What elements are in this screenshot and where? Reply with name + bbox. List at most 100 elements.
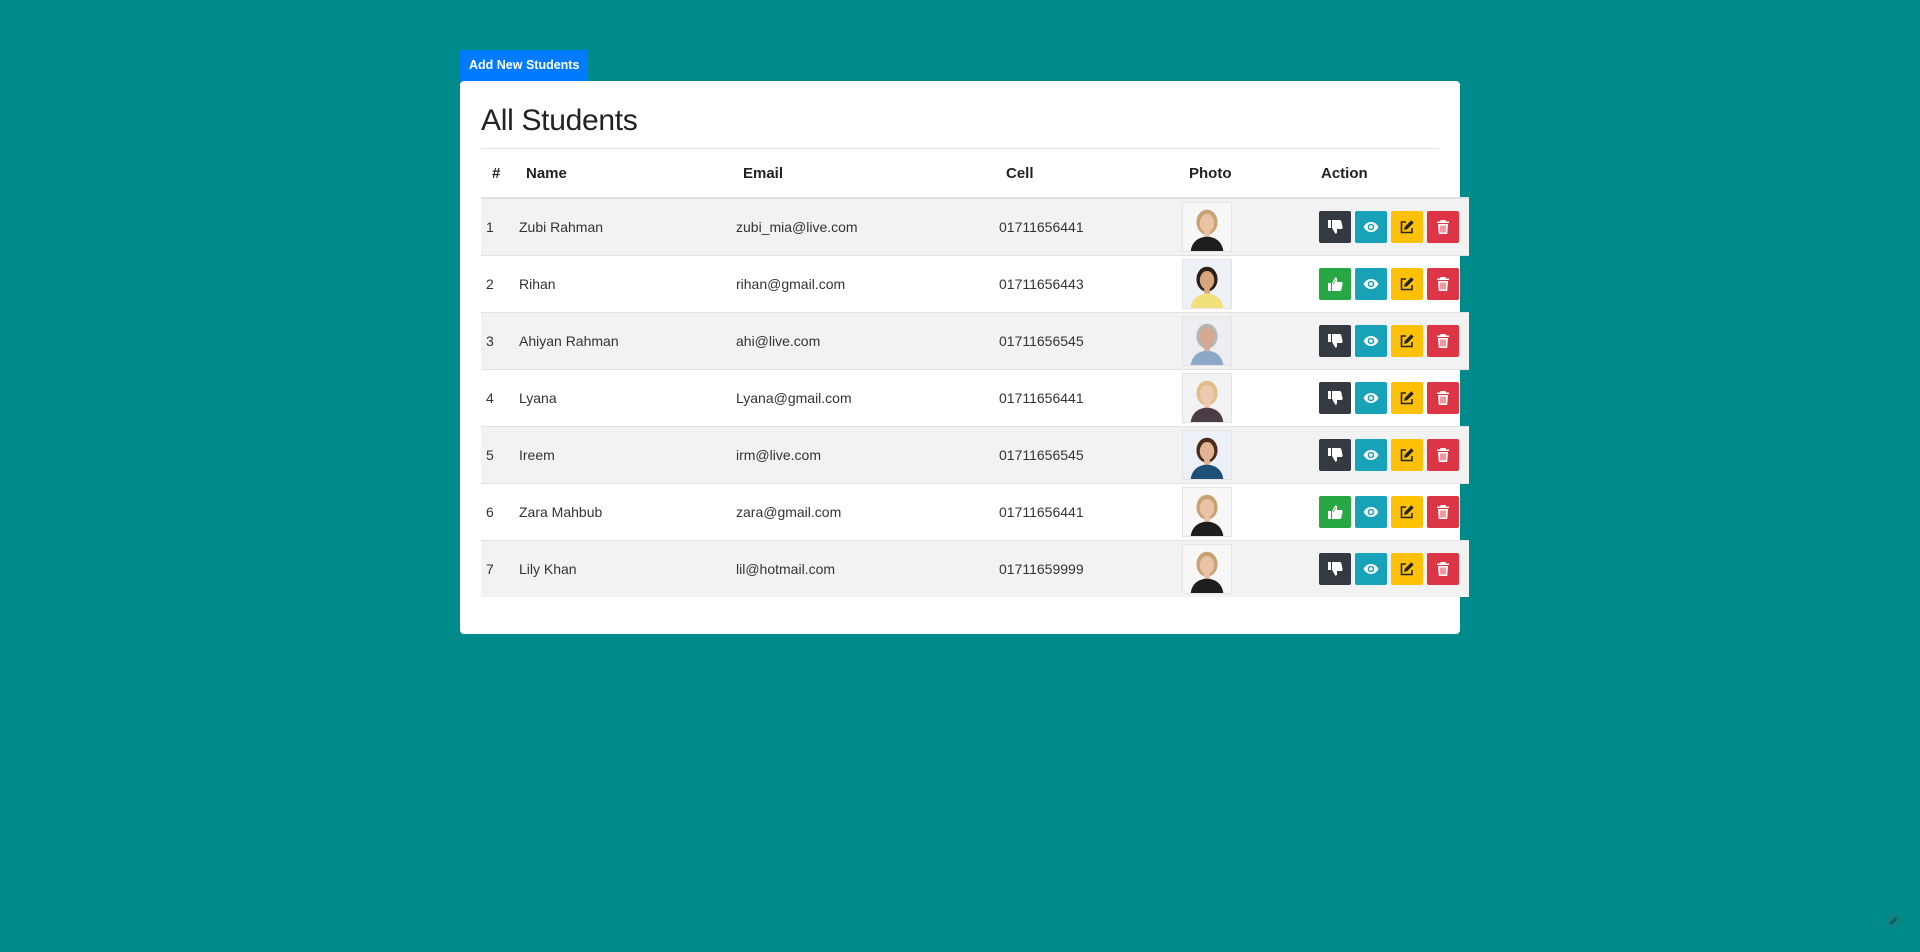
student-email: Lyana@gmail.com <box>736 369 999 427</box>
photo-cell <box>1182 255 1319 313</box>
edit-corner-icon[interactable] <box>1882 910 1904 932</box>
student-photo[interactable] <box>1182 430 1232 480</box>
action-cell <box>1319 255 1469 313</box>
delete-button[interactable] <box>1427 553 1459 585</box>
eye-icon <box>1363 561 1379 577</box>
edit-button[interactable] <box>1391 382 1423 414</box>
delete-button[interactable] <box>1427 211 1459 243</box>
action-group <box>1319 496 1469 528</box>
row-number: 3 <box>481 312 519 370</box>
student-photo[interactable] <box>1182 373 1232 423</box>
edit-icon <box>1399 561 1415 577</box>
view-button[interactable] <box>1355 496 1387 528</box>
action-group <box>1319 211 1469 243</box>
thumbs-down-icon <box>1327 390 1343 406</box>
thumbs-down-icon <box>1327 333 1343 349</box>
action-cell <box>1319 312 1469 370</box>
toggle-status-button[interactable] <box>1319 325 1351 357</box>
student-name: Lily Khan <box>519 540 736 597</box>
student-photo[interactable] <box>1182 316 1232 366</box>
thumbs-down-icon <box>1327 561 1343 577</box>
edit-button[interactable] <box>1391 439 1423 471</box>
student-cell: 01711659999 <box>999 540 1182 597</box>
edit-button[interactable] <box>1391 325 1423 357</box>
toggle-status-button[interactable] <box>1319 439 1351 471</box>
toggle-status-button[interactable] <box>1319 268 1351 300</box>
student-photo[interactable] <box>1182 202 1232 252</box>
trash-icon <box>1435 504 1451 520</box>
photo-cell <box>1182 426 1319 484</box>
table-row: 1 Zubi Rahman zubi_mia@live.com 01711656441 <box>481 197 1469 256</box>
table-row: 2 Rihan rihan@gmail.com 01711656443 <box>481 255 1469 313</box>
student-cell: 01711656443 <box>999 255 1182 313</box>
table-header-row: # Name Email Cell Photo Action <box>481 149 1469 199</box>
edit-button[interactable] <box>1391 211 1423 243</box>
student-photo[interactable] <box>1182 259 1232 309</box>
student-name: Ahiyan Rahman <box>519 312 736 370</box>
students-table: # Name Email Cell Photo Action 1 Zubi Rah… <box>481 149 1469 597</box>
row-number: 7 <box>481 540 519 597</box>
student-cell: 01711656441 <box>999 483 1182 541</box>
photo-cell <box>1182 312 1319 370</box>
student-email: zubi_mia@live.com <box>736 197 999 256</box>
action-cell <box>1319 483 1469 541</box>
eye-icon <box>1363 276 1379 292</box>
delete-button[interactable] <box>1427 325 1459 357</box>
student-cell: 01711656545 <box>999 312 1182 370</box>
thumbs-up-icon <box>1327 504 1343 520</box>
student-name: Lyana <box>519 369 736 427</box>
student-cell: 01711656441 <box>999 369 1182 427</box>
action-cell <box>1319 369 1469 427</box>
student-name: Zubi Rahman <box>519 197 736 256</box>
edit-button[interactable] <box>1391 496 1423 528</box>
table-row: 3 Ahiyan Rahman ahi@live.com 01711656545 <box>481 312 1469 370</box>
view-button[interactable] <box>1355 382 1387 414</box>
delete-button[interactable] <box>1427 268 1459 300</box>
student-photo[interactable] <box>1182 487 1232 537</box>
edit-icon <box>1399 333 1415 349</box>
toggle-status-button[interactable] <box>1319 382 1351 414</box>
eye-icon <box>1363 333 1379 349</box>
view-button[interactable] <box>1355 268 1387 300</box>
view-button[interactable] <box>1355 553 1387 585</box>
edit-button[interactable] <box>1391 553 1423 585</box>
toggle-status-button[interactable] <box>1319 553 1351 585</box>
row-number: 6 <box>481 483 519 541</box>
thumbs-down-icon <box>1327 219 1343 235</box>
view-button[interactable] <box>1355 211 1387 243</box>
header-cell: Cell <box>999 149 1182 199</box>
eye-icon <box>1363 390 1379 406</box>
trash-icon <box>1435 561 1451 577</box>
action-group <box>1319 553 1469 585</box>
student-photo[interactable] <box>1182 544 1232 594</box>
trash-icon <box>1435 219 1451 235</box>
photo-cell <box>1182 540 1319 597</box>
student-cell: 01711656441 <box>999 197 1182 256</box>
view-button[interactable] <box>1355 325 1387 357</box>
student-email: zara@gmail.com <box>736 483 999 541</box>
delete-button[interactable] <box>1427 382 1459 414</box>
trash-icon <box>1435 276 1451 292</box>
delete-button[interactable] <box>1427 496 1459 528</box>
header-action: Action <box>1319 149 1469 199</box>
toggle-status-button[interactable] <box>1319 496 1351 528</box>
toggle-status-button[interactable] <box>1319 211 1351 243</box>
add-new-students-button[interactable]: Add New Students <box>460 50 589 81</box>
page-title: All Students <box>481 104 638 137</box>
edit-icon <box>1399 276 1415 292</box>
edit-icon <box>1399 504 1415 520</box>
trash-icon <box>1435 447 1451 463</box>
thumbs-down-icon <box>1327 447 1343 463</box>
header-photo: Photo <box>1182 149 1319 199</box>
edit-button[interactable] <box>1391 268 1423 300</box>
header-email: Email <box>736 149 999 199</box>
table-row: 7 Lily Khan lil@hotmail.com 01711659999 <box>481 540 1469 597</box>
photo-cell <box>1182 369 1319 427</box>
action-cell <box>1319 197 1469 256</box>
student-name: Rihan <box>519 255 736 313</box>
action-group <box>1319 439 1469 471</box>
delete-button[interactable] <box>1427 439 1459 471</box>
view-button[interactable] <box>1355 439 1387 471</box>
row-number: 1 <box>481 197 519 256</box>
students-card: All Students # Name Email Cell Photo Act… <box>460 81 1469 634</box>
